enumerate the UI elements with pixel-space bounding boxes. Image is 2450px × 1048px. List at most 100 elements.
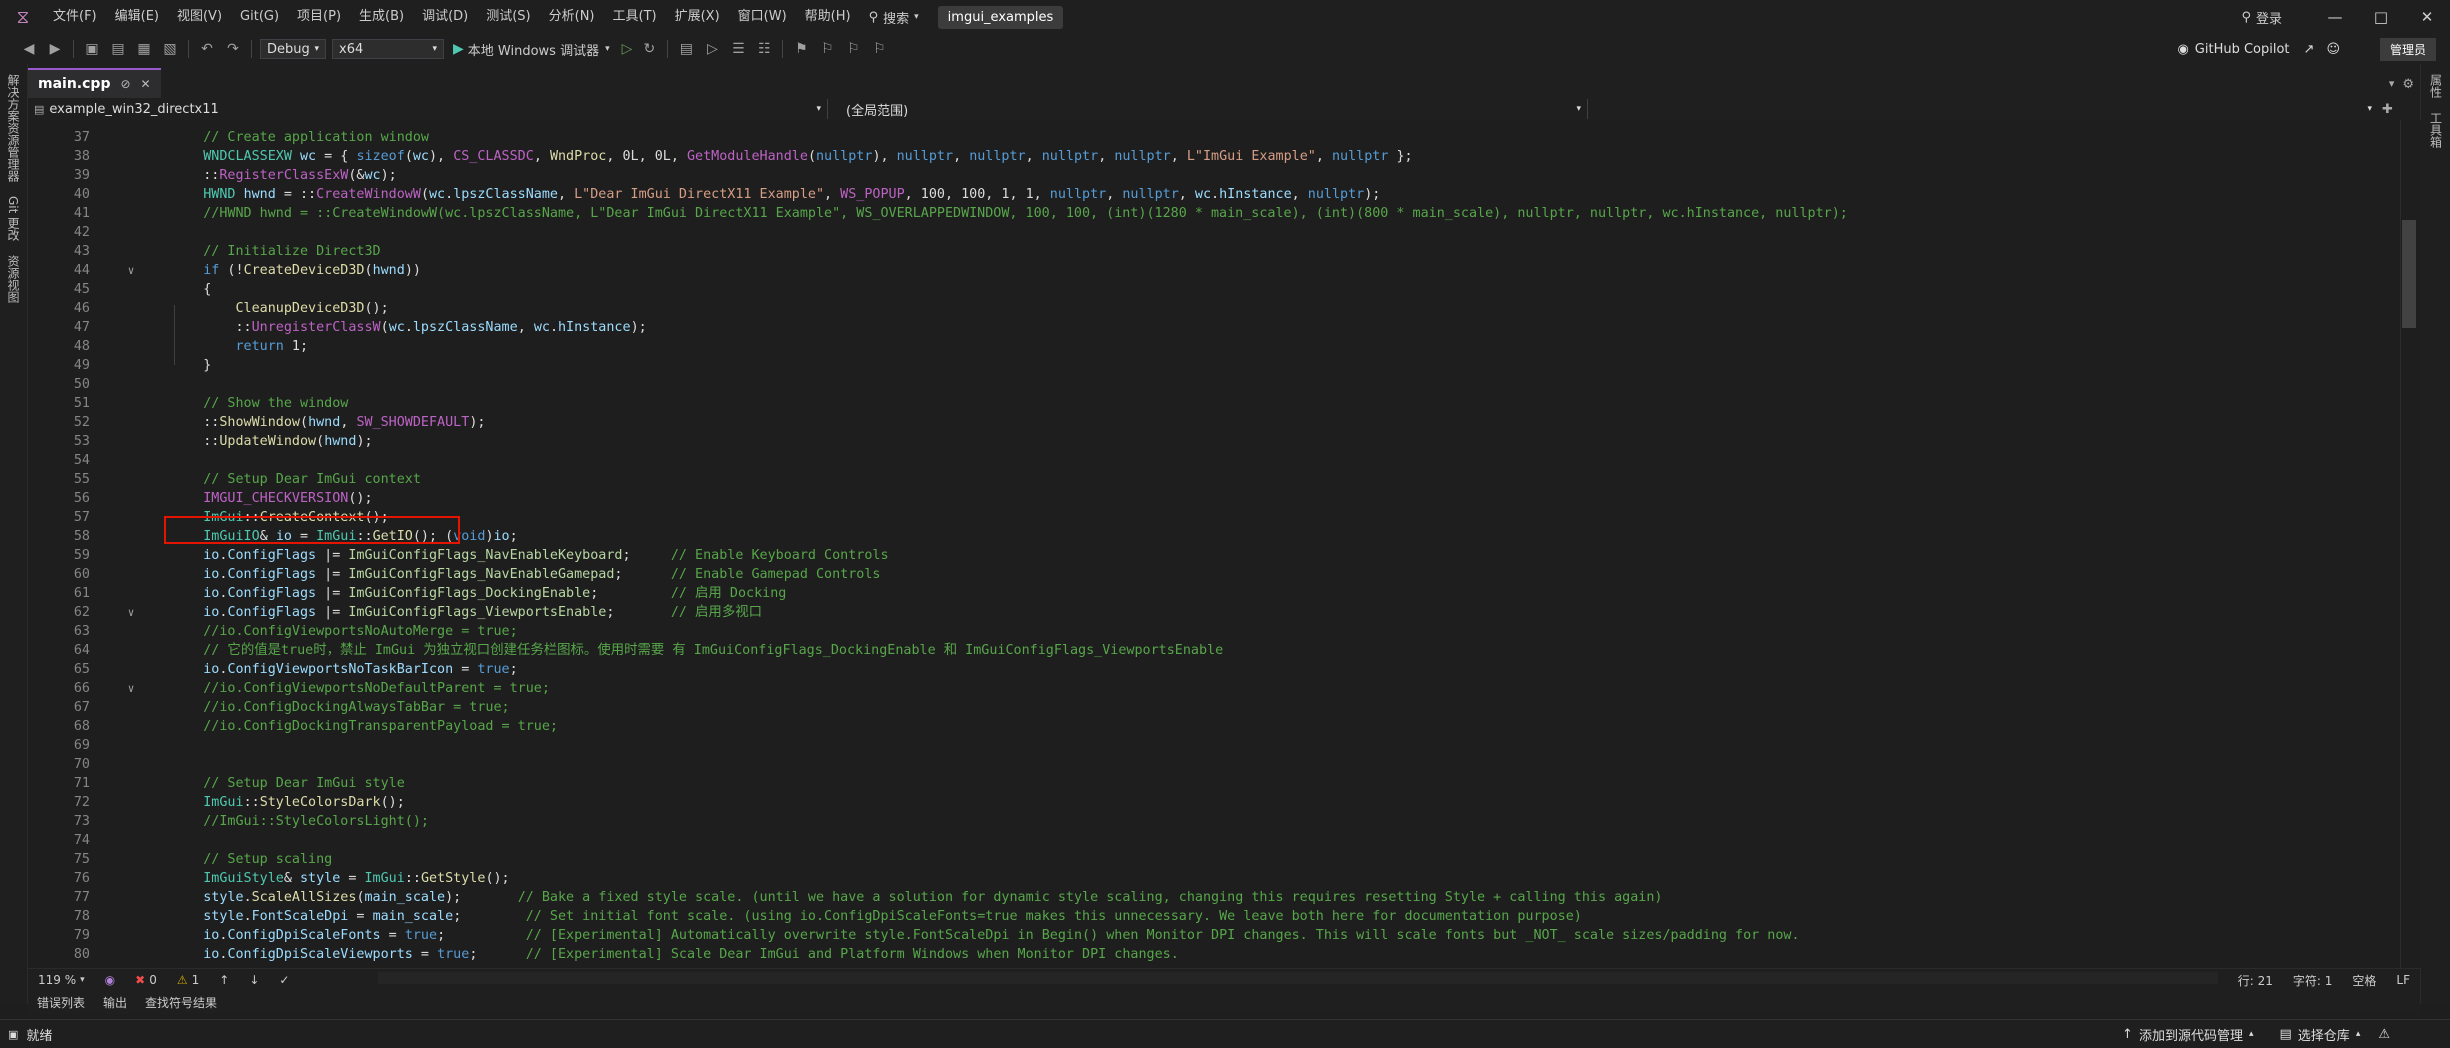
code-line[interactable]: 70 (28, 755, 2398, 774)
menu-item[interactable]: 视图(V) (168, 0, 231, 34)
live-share-icon[interactable]: ▷ (699, 36, 725, 62)
code-line[interactable]: 79 io.ConfigDpiScaleFonts = true; // [Ex… (28, 926, 2398, 945)
eol-indicator[interactable]: LF (2386, 972, 2420, 989)
code-line[interactable]: 47 ::UnregisterClassW(wc.lpszClassName, … (28, 318, 2398, 337)
menu-item[interactable]: 项目(P) (288, 0, 350, 34)
menu-item[interactable]: 文件(F) (44, 0, 106, 34)
code-line[interactable]: 41 //HWND hwnd = ::CreateWindowW(wc.lpsz… (28, 204, 2398, 223)
code-cleanup-icon[interactable]: ✓ (269, 973, 299, 987)
code-line[interactable]: 40 HWND hwnd = ::CreateWindowW(wc.lpszCl… (28, 185, 2398, 204)
run-without-debug-icon[interactable]: ▷ (622, 41, 633, 57)
save-icon[interactable]: ▦ (131, 36, 157, 62)
menu-item[interactable]: 工具(T) (604, 0, 666, 34)
code-line[interactable]: 37 // Create application window (28, 128, 2398, 147)
select-repo-button[interactable]: 选择仓库 (2298, 1025, 2350, 1044)
menu-item[interactable]: 编辑(E) (106, 0, 168, 34)
code-line[interactable]: 76 ImGuiStyle& style = ImGui::GetStyle()… (28, 869, 2398, 888)
menu-item[interactable]: Git(G) (231, 0, 288, 34)
whitespace-indicator[interactable]: 空格 (2342, 972, 2386, 989)
code-line[interactable]: 69 (28, 736, 2398, 755)
menu-item[interactable]: 调试(D) (413, 0, 477, 34)
minimize-button[interactable]: — (2312, 0, 2358, 34)
code-editor[interactable]: 37 // Create application window 38 WNDCLA… (28, 120, 2420, 968)
forward-icon[interactable]: ▶ (42, 36, 68, 62)
code-line[interactable]: 38 WNDCLASSEXW wc = { sizeof(wc), CS_CLA… (28, 147, 2398, 166)
code-line[interactable]: 66 ∨ //io.ConfigViewportsNoDefaultParent … (28, 679, 2398, 698)
menu-item[interactable]: 测试(S) (477, 0, 539, 34)
zoom-select[interactable]: 119 % ▾ (28, 973, 95, 987)
menu-item[interactable]: 窗口(W) (729, 0, 796, 34)
configuration-select[interactable]: Debug ▾ (260, 39, 326, 59)
settings-gear-icon[interactable]: ⚙ (2402, 77, 2414, 92)
code-line[interactable]: 53 ::UpdateWindow(hwnd); (28, 432, 2398, 451)
prev-bookmark-icon[interactable]: ⚐ (814, 36, 840, 62)
code-line[interactable]: 71 // Setup Dear ImGui style (28, 774, 2398, 793)
comment-icon[interactable]: ☰ (725, 36, 751, 62)
notification-bell-icon[interactable]: ⚠ (2378, 1027, 2390, 1042)
warning-count[interactable]: ⚠ 1 (167, 973, 209, 987)
code-line[interactable]: 44 ∨ if (!CreateDeviceD3D(hwnd)) (28, 261, 2398, 280)
code-line[interactable]: 78 style.FontScaleDpi = main_scale; // S… (28, 907, 2398, 926)
code-line[interactable]: 42 (28, 223, 2398, 242)
health-icon[interactable]: ◉ (95, 973, 125, 987)
code-line[interactable]: 80 io.ConfigDpiScaleViewports = true; //… (28, 945, 2398, 964)
pin-icon[interactable]: ⊘ (120, 77, 130, 91)
fold-chevron-icon[interactable]: ∨ (124, 261, 138, 280)
line-indicator[interactable]: 行: 21 (2228, 972, 2283, 989)
tab-error-list[interactable]: 错误列表 (28, 994, 94, 1011)
code-line[interactable]: 61 io.ConfigFlags |= ImGuiConfigFlags_Do… (28, 584, 2398, 603)
menu-item[interactable]: 帮助(H) (796, 0, 860, 34)
code-line[interactable]: 43 // Initialize Direct3D (28, 242, 2398, 261)
code-line[interactable]: 52 ::ShowWindow(hwnd, SW_SHOWDEFAULT); (28, 413, 2398, 432)
resource-view-tab[interactable]: 资源视图 (5, 251, 22, 307)
redo-icon[interactable]: ↷ (220, 36, 246, 62)
error-count[interactable]: ✖ 0 (125, 973, 167, 987)
code-line[interactable]: 67 //io.ConfigDockingAlwaysTabBar = true… (28, 698, 2398, 717)
menu-item[interactable]: 生成(B) (350, 0, 413, 34)
code-line[interactable]: 49 } (28, 356, 2398, 375)
code-line[interactable]: 75 // Setup scaling (28, 850, 2398, 869)
github-copilot-button[interactable]: ◉ GitHub Copilot ↗ ☺ (2177, 42, 2340, 57)
horizontal-scrollbar[interactable] (378, 972, 2218, 984)
clear-bookmarks-icon[interactable]: ⚐ (866, 36, 892, 62)
platform-select[interactable]: x64 ▾ (332, 39, 444, 59)
code-line[interactable]: 65 io.ConfigViewportsNoTaskBarIcon = tru… (28, 660, 2398, 679)
search-box[interactable]: ⚲ 搜索 ▾ (860, 8, 928, 27)
code-line[interactable]: 51 // Show the window (28, 394, 2398, 413)
code-line[interactable]: 39 ::RegisterClassExW(&wc); (28, 166, 2398, 185)
vertical-scrollbar-thumb[interactable] (2402, 220, 2416, 328)
tab-list-chevron-icon[interactable]: ▾ (2389, 77, 2395, 90)
maximize-button[interactable]: □ (2358, 0, 2404, 34)
save-all-icon[interactable]: ▧ (157, 36, 183, 62)
tab-main-cpp[interactable]: main.cpp ⊘ ✕ (28, 68, 161, 98)
solution-explorer-tab[interactable]: 解决方案资源管理器 (5, 70, 22, 186)
uncomment-icon[interactable]: ☷ (751, 36, 777, 62)
code-line[interactable]: 63 //io.ConfigViewportsNoAutoMerge = tru… (28, 622, 2398, 641)
prev-issue-icon[interactable]: ↑ (209, 973, 239, 987)
menu-item[interactable]: 扩展(X) (666, 0, 729, 34)
code-line[interactable]: 64 // 它的值是true时，禁止 ImGui 为独立视口创建任务栏图标。使用… (28, 641, 2398, 660)
code-line[interactable]: 45 { (28, 280, 2398, 299)
undo-icon[interactable]: ↶ (194, 36, 220, 62)
split-icon[interactable]: ✚ (2382, 102, 2393, 117)
new-project-icon[interactable]: ▣ (79, 36, 105, 62)
code-line[interactable]: 55 // Setup Dear ImGui context (28, 470, 2398, 489)
code-line[interactable]: 72 ImGui::StyleColorsDark(); (28, 793, 2398, 812)
code-line[interactable]: 74 (28, 831, 2398, 850)
code-line[interactable]: 54 (28, 451, 2398, 470)
char-indicator[interactable]: 字符: 1 (2283, 972, 2343, 989)
tab-output[interactable]: 输出 (94, 994, 136, 1011)
close-icon[interactable]: ✕ (141, 77, 151, 91)
chevron-down-icon[interactable]: ▾ (605, 44, 610, 54)
login-button[interactable]: ⚲ 登录 (2241, 8, 2282, 27)
git-changes-tab[interactable]: Git 更改 (5, 192, 22, 245)
project-dropdown[interactable]: ▤ example_win32_directx11 ▾ (28, 99, 828, 119)
properties-tab[interactable]: 属性 (2428, 70, 2445, 102)
code-line[interactable]: 50 (28, 375, 2398, 394)
next-issue-icon[interactable]: ↓ (239, 973, 269, 987)
tab-find-symbol-results[interactable]: 查找符号结果 (136, 994, 226, 1011)
code-line[interactable]: 46 CleanupDeviceD3D(); (28, 299, 2398, 318)
add-to-source-control-button[interactable]: 添加到源代码管理 (2139, 1025, 2243, 1044)
member-dropdown[interactable]: ▾ (1588, 99, 2378, 119)
code-line[interactable]: 60 io.ConfigFlags |= ImGuiConfigFlags_Na… (28, 565, 2398, 584)
